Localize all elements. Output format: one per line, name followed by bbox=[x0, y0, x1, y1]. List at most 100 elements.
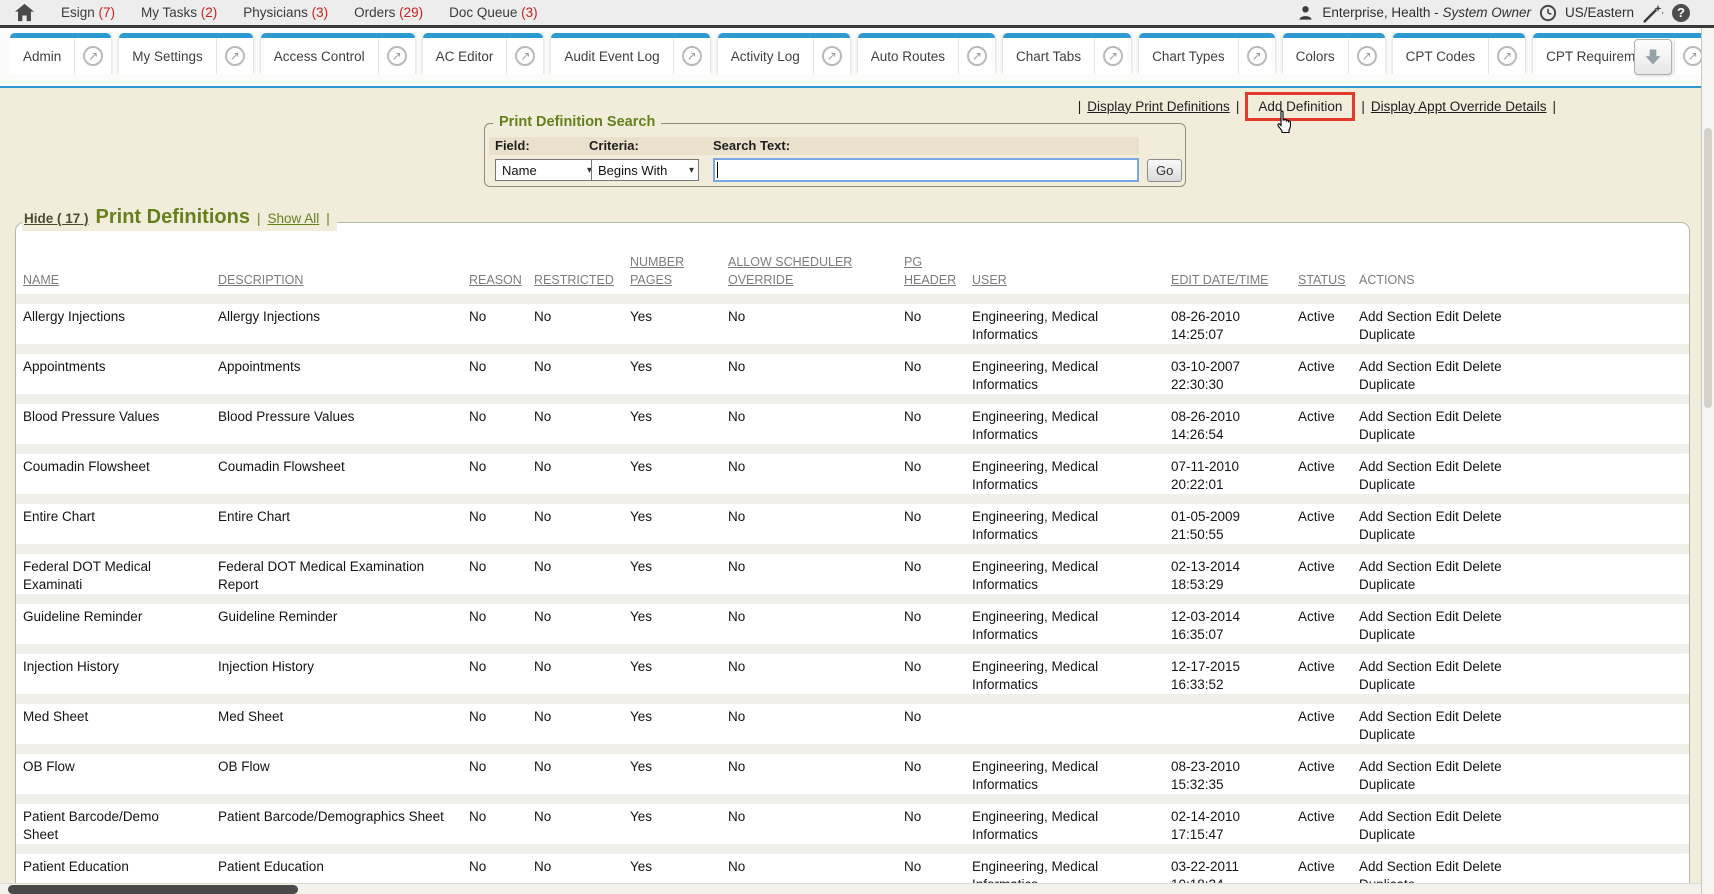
nav-item-orders[interactable]: Orders (29) bbox=[354, 5, 423, 20]
horizontal-scrollbar[interactable] bbox=[0, 883, 1701, 894]
column-header-name[interactable]: NAME bbox=[23, 271, 218, 289]
home-icon[interactable] bbox=[14, 3, 35, 22]
horizontal-scrollbar-thumb[interactable] bbox=[8, 885, 298, 894]
row-action-duplicate[interactable]: Duplicate bbox=[1359, 527, 1415, 542]
column-header-date[interactable]: EDIT DATE/TIME bbox=[1171, 271, 1298, 289]
tab-open-icon-area[interactable]: ↗ bbox=[217, 38, 253, 74]
tabs-overflow-button[interactable] bbox=[1634, 39, 1672, 75]
nav-item-my-tasks[interactable]: My Tasks (2) bbox=[141, 5, 217, 20]
row-action-delete[interactable]: Delete bbox=[1463, 409, 1502, 424]
field-select[interactable]: Name ▾ bbox=[495, 159, 597, 181]
column-header-restricted[interactable]: RESTRICTED bbox=[534, 271, 630, 289]
nav-item-physicians[interactable]: Physicians (3) bbox=[243, 5, 328, 20]
tab-open-icon-area[interactable]: ↗ bbox=[1095, 38, 1131, 74]
column-header-status[interactable]: STATUS bbox=[1298, 271, 1359, 289]
wand-icon[interactable] bbox=[1642, 3, 1664, 23]
hide-link[interactable]: Hide ( 17 ) bbox=[24, 211, 89, 226]
tab-open-icon-area[interactable]: ↗ bbox=[814, 38, 850, 74]
row-action-edit[interactable]: Edit bbox=[1436, 709, 1459, 724]
row-action-add-section[interactable]: Add Section bbox=[1359, 759, 1432, 774]
tab-ac-editor[interactable]: AC Editor↗ bbox=[423, 33, 544, 74]
tab-admin[interactable]: Admin↗ bbox=[10, 33, 111, 74]
column-header-user[interactable]: USER bbox=[972, 271, 1171, 289]
tab-open-icon-area[interactable]: ↗ bbox=[1489, 38, 1525, 74]
row-action-duplicate[interactable]: Duplicate bbox=[1359, 477, 1415, 492]
tab-chart-tabs[interactable]: Chart Tabs↗ bbox=[1003, 33, 1131, 74]
tab-open-icon-area[interactable]: ↗ bbox=[75, 38, 111, 74]
row-action-duplicate[interactable]: Duplicate bbox=[1359, 627, 1415, 642]
row-action-delete[interactable]: Delete bbox=[1463, 659, 1502, 674]
link-display-appt-override-details[interactable]: Display Appt Override Details bbox=[1371, 99, 1547, 114]
tab-cpt-requirements[interactable]: CPT Requirements↗ bbox=[1533, 33, 1711, 74]
row-action-edit[interactable]: Edit bbox=[1436, 459, 1459, 474]
row-action-add-section[interactable]: Add Section bbox=[1359, 609, 1432, 624]
row-action-duplicate[interactable]: Duplicate bbox=[1359, 727, 1415, 742]
link-add-definition[interactable]: Add Definition bbox=[1258, 99, 1342, 114]
row-action-delete[interactable]: Delete bbox=[1463, 609, 1502, 624]
row-action-duplicate[interactable]: Duplicate bbox=[1359, 427, 1415, 442]
column-header-desc[interactable]: DESCRIPTION bbox=[218, 271, 469, 289]
clock-icon[interactable] bbox=[1539, 4, 1557, 22]
row-action-duplicate[interactable]: Duplicate bbox=[1359, 827, 1415, 842]
tab-open-icon-area[interactable]: ↗ bbox=[959, 38, 995, 74]
row-action-edit[interactable]: Edit bbox=[1436, 859, 1459, 874]
row-action-delete[interactable]: Delete bbox=[1463, 759, 1502, 774]
show-all-link[interactable]: Show All bbox=[267, 211, 319, 226]
row-action-delete[interactable]: Delete bbox=[1463, 459, 1502, 474]
row-action-add-section[interactable]: Add Section bbox=[1359, 859, 1432, 874]
row-action-add-section[interactable]: Add Section bbox=[1359, 309, 1432, 324]
row-action-edit[interactable]: Edit bbox=[1436, 559, 1459, 574]
row-action-delete[interactable]: Delete bbox=[1463, 709, 1502, 724]
row-action-add-section[interactable]: Add Section bbox=[1359, 709, 1432, 724]
tab-access-control[interactable]: Access Control↗ bbox=[261, 33, 415, 74]
row-action-delete[interactable]: Delete bbox=[1463, 359, 1502, 374]
row-action-duplicate[interactable]: Duplicate bbox=[1359, 327, 1415, 342]
link-display-print-definitions[interactable]: Display Print Definitions bbox=[1087, 99, 1230, 114]
column-header-pages[interactable]: NUMBERPAGES bbox=[630, 253, 728, 289]
criteria-select[interactable]: Begins With ▾ bbox=[591, 159, 699, 181]
tab-activity-log[interactable]: Activity Log↗ bbox=[718, 33, 850, 74]
vertical-scrollbar-thumb[interactable] bbox=[1704, 128, 1712, 408]
row-action-delete[interactable]: Delete bbox=[1463, 509, 1502, 524]
tab-audit-event-log[interactable]: Audit Event Log↗ bbox=[551, 33, 709, 74]
row-action-add-section[interactable]: Add Section bbox=[1359, 459, 1432, 474]
row-action-edit[interactable]: Edit bbox=[1436, 609, 1459, 624]
tab-colors[interactable]: Colors↗ bbox=[1283, 33, 1385, 74]
row-action-duplicate[interactable]: Duplicate bbox=[1359, 677, 1415, 692]
column-header-pgheader[interactable]: PGHEADER bbox=[904, 253, 972, 289]
row-action-add-section[interactable]: Add Section bbox=[1359, 809, 1432, 824]
row-action-duplicate[interactable]: Duplicate bbox=[1359, 577, 1415, 592]
row-action-delete[interactable]: Delete bbox=[1463, 559, 1502, 574]
row-action-add-section[interactable]: Add Section bbox=[1359, 409, 1432, 424]
row-action-add-section[interactable]: Add Section bbox=[1359, 559, 1432, 574]
go-button[interactable]: Go bbox=[1147, 159, 1182, 182]
tab-my-settings[interactable]: My Settings↗ bbox=[119, 33, 253, 74]
row-action-delete[interactable]: Delete bbox=[1463, 309, 1502, 324]
row-action-delete[interactable]: Delete bbox=[1463, 809, 1502, 824]
column-header-reason[interactable]: REASON bbox=[469, 271, 534, 289]
row-action-delete[interactable]: Delete bbox=[1463, 859, 1502, 874]
tab-auto-routes[interactable]: Auto Routes↗ bbox=[858, 33, 995, 74]
row-action-edit[interactable]: Edit bbox=[1436, 809, 1459, 824]
row-action-edit[interactable]: Edit bbox=[1436, 409, 1459, 424]
tab-open-icon-area[interactable]: ↗ bbox=[1349, 38, 1385, 74]
row-action-add-section[interactable]: Add Section bbox=[1359, 659, 1432, 674]
row-action-duplicate[interactable]: Duplicate bbox=[1359, 377, 1415, 392]
nav-item-esign[interactable]: Esign (7) bbox=[61, 5, 115, 20]
row-action-edit[interactable]: Edit bbox=[1436, 309, 1459, 324]
row-action-edit[interactable]: Edit bbox=[1436, 359, 1459, 374]
nav-item-doc-queue[interactable]: Doc Queue (3) bbox=[449, 5, 538, 20]
tab-cpt-codes[interactable]: CPT Codes↗ bbox=[1393, 33, 1526, 74]
tab-open-icon-area[interactable]: ↗ bbox=[507, 38, 543, 74]
row-action-edit[interactable]: Edit bbox=[1436, 659, 1459, 674]
row-action-add-section[interactable]: Add Section bbox=[1359, 359, 1432, 374]
tab-open-icon-area[interactable]: ↗ bbox=[674, 38, 710, 74]
row-action-add-section[interactable]: Add Section bbox=[1359, 509, 1432, 524]
tab-open-icon-area[interactable]: ↗ bbox=[379, 38, 415, 74]
tab-open-icon-area[interactable]: ↗ bbox=[1239, 38, 1275, 74]
help-icon[interactable]: ? bbox=[1672, 4, 1690, 22]
row-action-duplicate[interactable]: Duplicate bbox=[1359, 777, 1415, 792]
row-action-edit[interactable]: Edit bbox=[1436, 759, 1459, 774]
timezone-label[interactable]: US/Eastern bbox=[1565, 5, 1634, 20]
search-text-input[interactable] bbox=[713, 158, 1139, 182]
